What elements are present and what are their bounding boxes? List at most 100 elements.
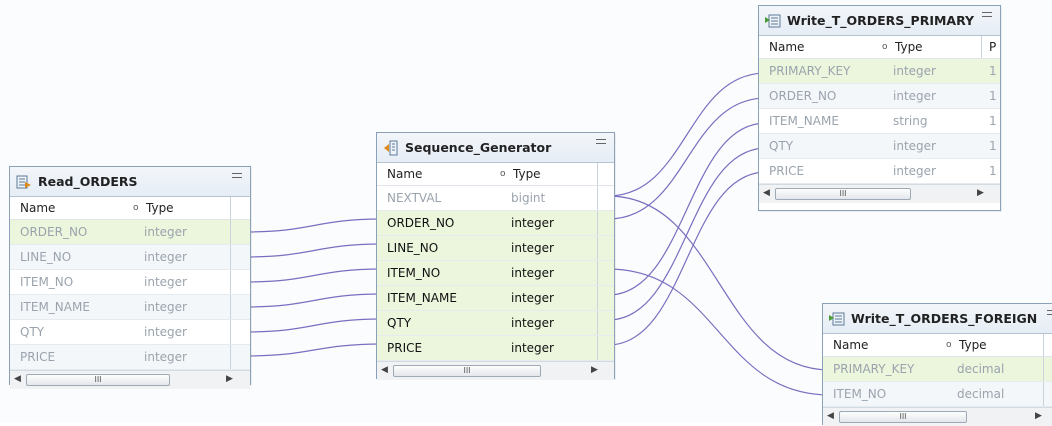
scroll-thumb[interactable]: III	[775, 188, 911, 200]
write-foreign-node[interactable]: Write_T_ORDERS_FOREIGN Name o Type PRIMA…	[822, 303, 1052, 426]
scroll-left-icon[interactable]: ◀	[827, 411, 834, 421]
scroll-thumb[interactable]: III	[839, 411, 967, 423]
type-column-header: Type	[146, 201, 174, 215]
field-type: integer	[893, 64, 936, 78]
mapping-canvas[interactable]: Read_ORDERS Name o Type ORDER_NO integer…	[0, 0, 1052, 426]
name-column-header: Name	[769, 40, 805, 54]
field-type: integer	[511, 266, 554, 280]
field-row[interactable]: NEXTVAL bigint	[377, 186, 614, 211]
field-row[interactable]: PRIMARY_KEY integer 1	[759, 59, 1000, 84]
field-type: integer	[893, 164, 936, 178]
horizontal-scrollbar[interactable]: ◀ III ▶	[759, 184, 1000, 203]
field-row[interactable]: PRICE integer	[10, 345, 250, 370]
link-line[interactable]	[243, 343, 385, 357]
field-type: integer	[144, 300, 187, 314]
field-precision: 1	[989, 114, 997, 128]
field-type: integer	[144, 225, 187, 239]
read-orders-title: Read_ORDERS	[38, 174, 138, 189]
write-foreign-header[interactable]: Write_T_ORDERS_FOREIGN	[823, 304, 1052, 334]
minimize-icon[interactable]	[982, 12, 992, 17]
sort-indicator-icon[interactable]: o	[500, 169, 506, 179]
scroll-thumb[interactable]: III	[393, 365, 541, 377]
link-line[interactable]	[243, 268, 385, 283]
link-line[interactable]	[607, 171, 767, 346]
name-column-header: Name	[833, 338, 869, 352]
field-type: integer	[144, 250, 187, 264]
field-name: ITEM_NO	[20, 275, 74, 289]
field-row[interactable]: ORDER_NO integer 1	[759, 84, 1000, 109]
field-row[interactable]: ITEM_NO integer	[10, 270, 250, 295]
link-line[interactable]	[243, 318, 385, 333]
field-name: ORDER_NO	[20, 225, 88, 239]
sequence-generator-node[interactable]: Sequence_Generator Name o Type NEXTVAL b…	[376, 132, 615, 380]
scroll-thumb[interactable]: III	[26, 374, 170, 386]
read-transformation-icon	[16, 174, 32, 190]
field-name: PRICE	[769, 164, 805, 178]
link-line[interactable]	[607, 97, 767, 220]
field-name: ITEM_NAME	[769, 114, 839, 128]
field-row[interactable]: ITEM_NO decimal	[823, 382, 1052, 407]
field-type: integer	[144, 350, 187, 364]
type-column-header: Type	[513, 167, 541, 181]
field-row[interactable]: ITEM_NAME string 1	[759, 109, 1000, 134]
horizontal-scrollbar[interactable]: ◀ III ▶	[377, 361, 614, 380]
sequence-generator-column-header: Name o Type	[377, 163, 614, 186]
field-name: LINE_NO	[387, 241, 439, 255]
field-row[interactable]: QTY integer 1	[759, 134, 1000, 159]
sort-indicator-icon[interactable]: o	[133, 203, 139, 213]
minimize-icon[interactable]	[596, 139, 606, 144]
link-line[interactable]	[243, 293, 385, 308]
field-row[interactable]: ITEM_NAME integer	[377, 286, 614, 311]
field-row[interactable]: LINE_NO integer	[377, 236, 614, 261]
link-line[interactable]	[607, 72, 767, 197]
field-name: ITEM_NAME	[387, 291, 457, 305]
field-row[interactable]: LINE_NO integer	[10, 245, 250, 270]
write-primary-node[interactable]: Write_T_ORDERS_PRIMARY Name o Type P PRI…	[758, 5, 1001, 211]
field-row[interactable]: PRICE integer	[377, 336, 614, 361]
read-orders-column-header: Name o Type	[10, 197, 250, 220]
minimize-icon[interactable]	[232, 173, 242, 178]
field-name: LINE_NO	[20, 250, 72, 264]
field-row[interactable]: QTY integer	[10, 320, 250, 345]
link-line[interactable]	[243, 218, 385, 233]
link-line[interactable]	[607, 147, 767, 321]
field-type: integer	[511, 241, 554, 255]
link-line[interactable]	[607, 195, 831, 371]
sort-indicator-icon[interactable]: o	[882, 42, 888, 52]
field-type: string	[893, 114, 928, 128]
field-row[interactable]: QTY integer	[377, 311, 614, 336]
field-name: ITEM_NO	[833, 387, 887, 401]
field-row[interactable]: PRICE integer 1	[759, 159, 1000, 184]
sort-indicator-icon[interactable]: o	[946, 340, 952, 350]
minimize-icon[interactable]	[1047, 310, 1052, 315]
field-type: integer	[511, 291, 554, 305]
field-row[interactable]: ORDER_NO integer	[377, 211, 614, 236]
horizontal-scrollbar[interactable]: ◀ III ▶	[10, 370, 250, 389]
read-orders-node[interactable]: Read_ORDERS Name o Type ORDER_NO integer…	[9, 166, 251, 389]
sequence-generator-header[interactable]: Sequence_Generator	[377, 133, 614, 163]
scroll-right-icon[interactable]: ▶	[226, 374, 233, 384]
scroll-right-icon[interactable]: ▶	[977, 188, 984, 198]
field-precision: 1	[989, 64, 997, 78]
name-column-header: Name	[20, 201, 56, 215]
horizontal-scrollbar[interactable]: ◀ III ▶	[823, 407, 1052, 426]
link-line[interactable]	[607, 122, 767, 296]
scroll-left-icon[interactable]: ◀	[763, 188, 770, 198]
scroll-right-icon[interactable]: ▶	[591, 365, 598, 375]
field-row[interactable]: ITEM_NO integer	[377, 261, 614, 286]
field-row[interactable]: ORDER_NO integer	[10, 220, 250, 245]
field-name: PRICE	[20, 350, 56, 364]
scroll-left-icon[interactable]: ◀	[381, 365, 388, 375]
field-precision: 1	[989, 89, 997, 103]
field-row[interactable]: ITEM_NAME integer	[10, 295, 250, 320]
read-orders-header[interactable]: Read_ORDERS	[10, 167, 250, 197]
link-line[interactable]	[243, 243, 385, 258]
field-name: PRIMARY_KEY	[833, 362, 915, 376]
write-primary-header[interactable]: Write_T_ORDERS_PRIMARY	[759, 6, 1000, 36]
field-row[interactable]: PRIMARY_KEY decimal	[823, 357, 1052, 382]
scroll-right-icon[interactable]: ▶	[1035, 411, 1042, 421]
sequence-generator-icon	[383, 140, 399, 156]
field-name: QTY	[20, 325, 45, 339]
link-line[interactable]	[607, 268, 831, 396]
scroll-left-icon[interactable]: ◀	[14, 374, 21, 384]
